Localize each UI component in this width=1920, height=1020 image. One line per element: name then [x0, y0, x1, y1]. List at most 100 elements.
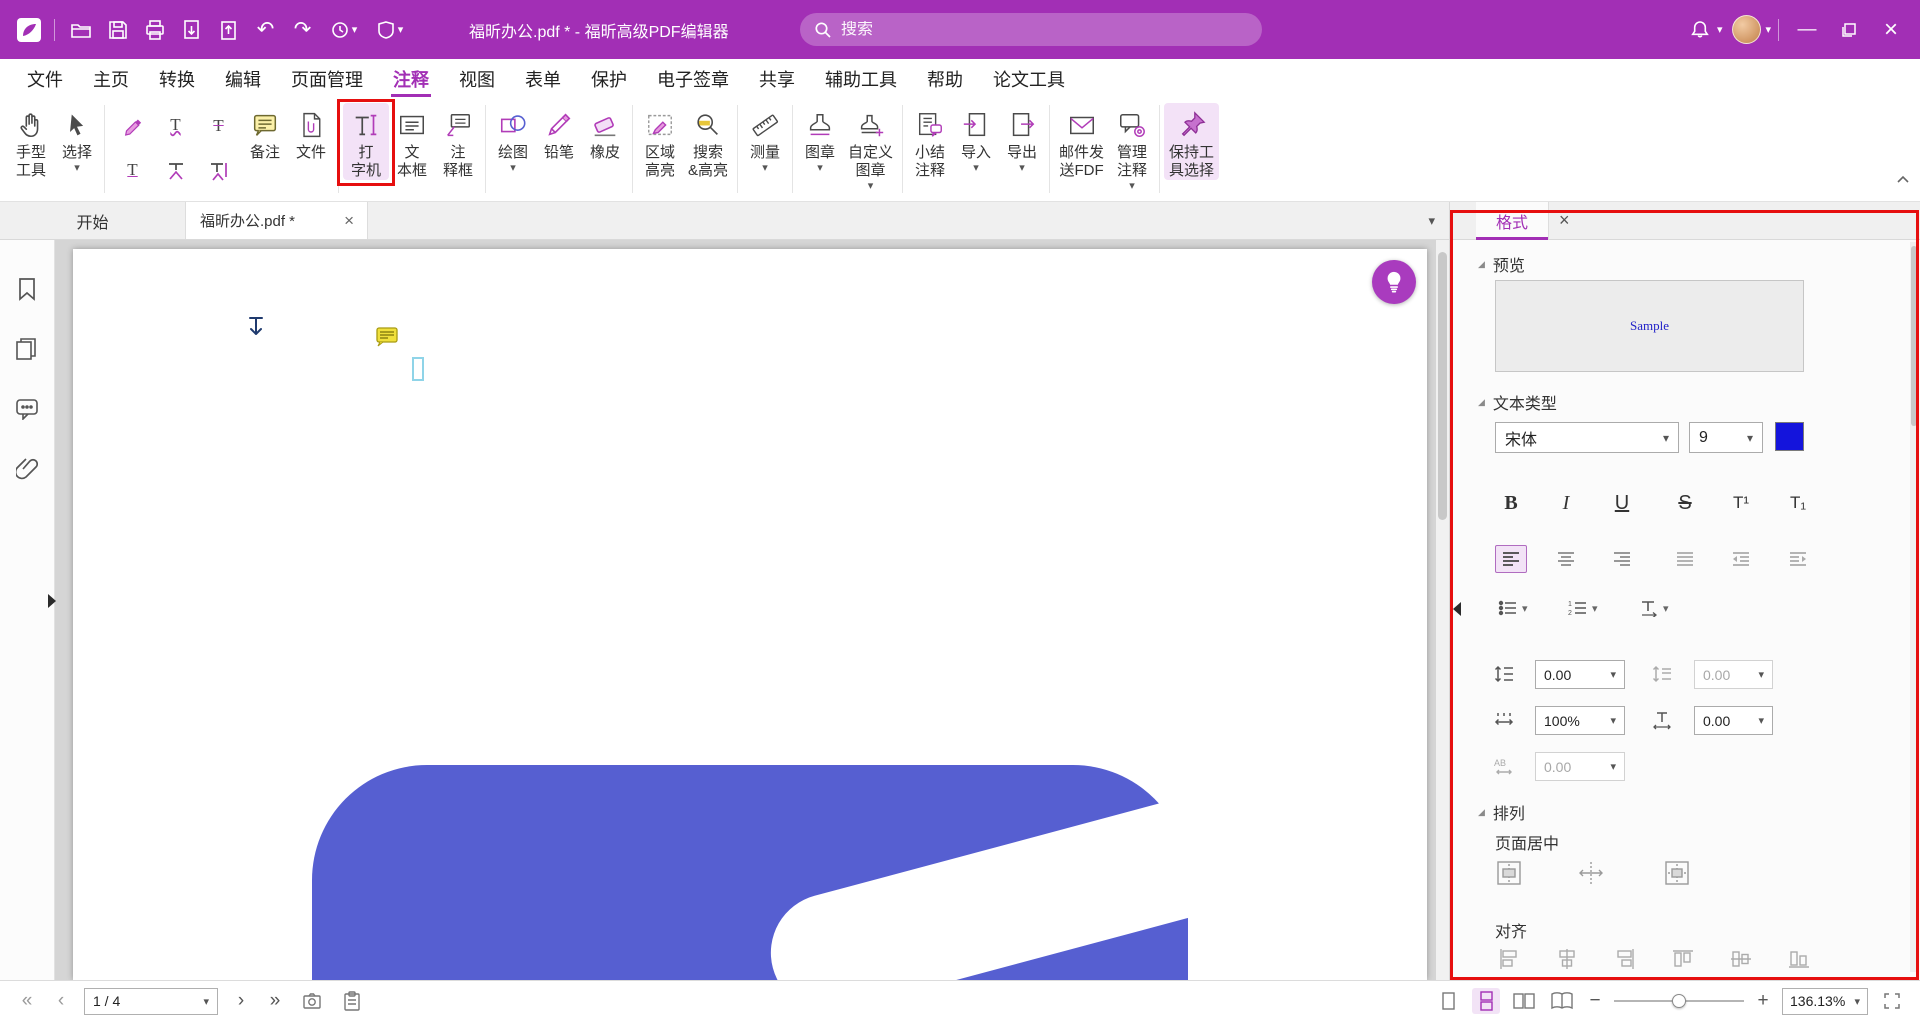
import-document-icon[interactable]: [210, 12, 247, 48]
redo-icon[interactable]: ↷: [284, 12, 321, 48]
tab-list-dropdown-icon[interactable]: ▾: [1414, 213, 1449, 229]
chevron-down-icon[interactable]: ▾: [1717, 23, 1723, 36]
clipboard-icon[interactable]: [338, 988, 366, 1014]
zoom-slider-handle[interactable]: [1672, 994, 1686, 1008]
previous-page-icon[interactable]: ‹: [50, 990, 72, 1012]
app-logo-icon[interactable]: [10, 12, 47, 48]
zoom-level-input[interactable]: 136.13% ▾: [1782, 988, 1868, 1015]
file-attachment-tool[interactable]: 文件: [288, 103, 334, 162]
undo-icon[interactable]: ↶: [247, 12, 284, 48]
horizontal-scale-input[interactable]: 100% ▾: [1535, 706, 1625, 735]
align-center-button[interactable]: [1550, 545, 1582, 573]
align-objects-right-button[interactable]: [1610, 944, 1640, 974]
align-objects-left-button[interactable]: [1494, 944, 1524, 974]
highlight-text-icon[interactable]: [115, 109, 151, 143]
summarize-comments-tool[interactable]: 小结 注释: [907, 103, 953, 180]
import-comments-tool[interactable]: 导入 ▾: [953, 103, 999, 174]
center-horizontally-button[interactable]: [1494, 858, 1524, 888]
collapse-ribbon-icon[interactable]: [1892, 168, 1914, 190]
underline-button[interactable]: U: [1605, 487, 1639, 519]
line-spacing-input[interactable]: 0.00 ▾: [1535, 660, 1625, 689]
numbered-list-button[interactable]: 12 ▾: [1568, 595, 1598, 621]
font-size-select[interactable]: 9 ▾: [1689, 422, 1763, 453]
attachments-panel-icon[interactable]: [12, 454, 42, 484]
replace-text-icon[interactable]: [201, 154, 237, 188]
close-button[interactable]: ×: [1870, 9, 1912, 51]
menu-tab-comment[interactable]: 注释: [378, 59, 444, 98]
keep-tool-selected-toggle[interactable]: 保持工 具选择: [1164, 103, 1219, 180]
pages-panel-icon[interactable]: [12, 334, 42, 364]
print-icon[interactable]: [136, 12, 173, 48]
text-type-section-header[interactable]: ◢ 文本类型: [1478, 390, 1557, 414]
menu-tab-share[interactable]: 共享: [744, 59, 810, 98]
char-spacing-input[interactable]: 0.00 ▾: [1694, 706, 1773, 735]
assistant-lightbulb-button[interactable]: [1372, 260, 1416, 304]
menu-tab-home[interactable]: 主页: [78, 59, 144, 98]
email-fdf-tool[interactable]: 邮件发 送FDF: [1054, 103, 1109, 180]
center-vertically-button[interactable]: [1576, 858, 1606, 888]
underline-text-icon[interactable]: T: [115, 154, 151, 188]
note-tool[interactable]: 备注: [242, 103, 288, 162]
maximize-button[interactable]: [1828, 9, 1870, 51]
save-icon[interactable]: [99, 12, 136, 48]
note-annotation-icon[interactable]: [376, 327, 398, 347]
open-file-icon[interactable]: [62, 12, 99, 48]
typewriter-tool[interactable]: 打 字机: [343, 103, 389, 180]
tab-format[interactable]: 格式: [1476, 202, 1549, 240]
manage-comments-tool[interactable]: 管理 注释 ▾: [1109, 103, 1155, 192]
menu-tab-edit[interactable]: 编辑: [210, 59, 276, 98]
align-objects-bottom-button[interactable]: [1784, 944, 1814, 974]
single-page-view-icon[interactable]: [1434, 988, 1462, 1014]
export-comments-tool[interactable]: 导出 ▾: [999, 103, 1045, 174]
export-document-icon[interactable]: [173, 12, 210, 48]
indent-decrease-button[interactable]: [1725, 545, 1757, 573]
search-input[interactable]: [841, 21, 1248, 39]
indent-increase-button[interactable]: [1782, 545, 1814, 573]
bookmarks-panel-icon[interactable]: [12, 274, 42, 304]
custom-stamp-tool[interactable]: 自定义 图章 ▾: [843, 103, 898, 192]
menu-tab-esign[interactable]: 电子签章: [642, 59, 744, 98]
align-right-button[interactable]: [1606, 545, 1638, 573]
arrange-section-header[interactable]: ◢ 排列: [1478, 800, 1525, 824]
drawing-tool[interactable]: 绘图 ▾: [490, 103, 536, 174]
insert-text-icon[interactable]: [158, 154, 194, 188]
zoom-slider[interactable]: [1614, 988, 1744, 1014]
search-box[interactable]: [800, 13, 1262, 46]
minimize-button[interactable]: —: [1786, 9, 1828, 51]
squiggly-underline-icon[interactable]: T: [158, 109, 194, 143]
facing-view-icon[interactable]: [1510, 988, 1538, 1014]
scrollbar-thumb[interactable]: [1438, 252, 1447, 520]
textbox-tool[interactable]: 文 本框: [389, 103, 435, 180]
pencil-tool[interactable]: 铅笔: [536, 103, 582, 162]
menu-tab-form[interactable]: 表单: [510, 59, 576, 98]
user-avatar[interactable]: [1732, 15, 1761, 44]
last-page-icon[interactable]: »: [264, 990, 286, 1012]
panel-close-icon[interactable]: ×: [1549, 210, 1580, 231]
vertical-scrollbar[interactable]: [1436, 240, 1449, 980]
align-objects-vcenter-button[interactable]: [1726, 944, 1756, 974]
subscript-button[interactable]: T₁: [1781, 487, 1815, 519]
align-justify-button[interactable]: [1669, 545, 1701, 573]
search-highlight-tool[interactable]: 搜索 &高亮: [683, 103, 733, 180]
align-left-button[interactable]: [1495, 545, 1527, 573]
callout-tool[interactable]: 注 释框: [435, 103, 481, 180]
book-view-icon[interactable]: [1548, 988, 1576, 1014]
tab-start-page[interactable]: 开始: [0, 202, 186, 239]
notifications-bell-icon[interactable]: [1683, 9, 1717, 51]
preview-section-header[interactable]: ◢ 预览: [1478, 252, 1525, 276]
eraser-tool[interactable]: 橡皮: [582, 103, 628, 162]
fullscreen-icon[interactable]: [1878, 988, 1906, 1014]
measure-tool[interactable]: 测量 ▾: [742, 103, 788, 174]
center-both-button[interactable]: [1662, 858, 1692, 888]
stamp-tool[interactable]: 图章 ▾: [797, 103, 843, 174]
collapse-panel-icon[interactable]: [1453, 602, 1461, 616]
continuous-view-icon[interactable]: [1472, 988, 1500, 1014]
italic-button[interactable]: I: [1549, 487, 1583, 519]
page-number-input[interactable]: 1 / 4 ▾: [84, 988, 218, 1015]
strikethrough-button[interactable]: S: [1668, 487, 1702, 519]
snapshot-icon[interactable]: [298, 988, 326, 1014]
pdf-page[interactable]: [73, 249, 1427, 980]
next-page-icon[interactable]: ›: [230, 990, 252, 1012]
comments-panel-icon[interactable]: [12, 394, 42, 424]
superscript-button[interactable]: T¹: [1724, 487, 1758, 519]
